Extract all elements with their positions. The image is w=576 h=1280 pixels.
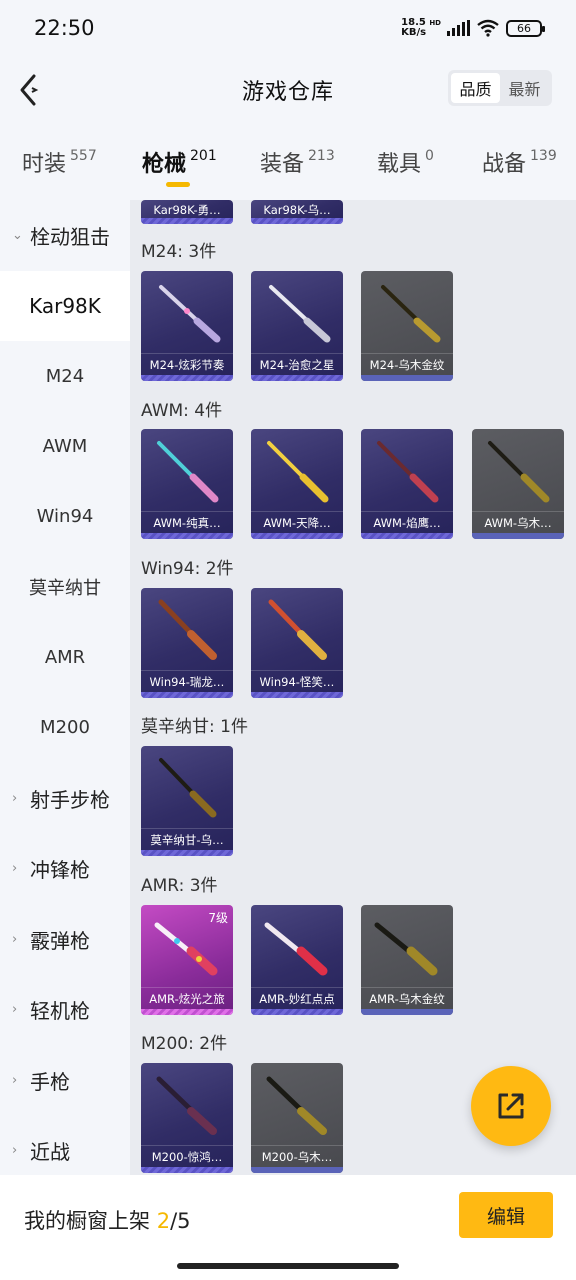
weapon-card[interactable]: M24-乌木金纹 [361,271,453,381]
home-indicator [177,1263,399,1269]
tab-costume[interactable]: 时装 557 [22,146,97,178]
weapon-card[interactable]: AWM-天降… [251,429,343,539]
battery-icon: 66 [506,19,545,37]
sidebar-item-win94[interactable]: Win94 [0,481,130,551]
rifle-image [157,441,219,503]
active-tab-indicator [166,182,190,187]
rifle-image [381,285,441,343]
chevron-right-icon: › [12,931,18,947]
rifle-image [374,922,438,976]
weapon-card[interactable]: M200-乌木… [251,1063,343,1173]
tab-equipment[interactable]: 装备 213 [260,146,335,178]
section-title-m200: M200: 2件 [141,1034,228,1054]
sidebar-category-lmg[interactable]: › 轻机枪 [0,974,130,1044]
rifle-image [267,441,329,503]
weapon-card[interactable]: Kar98K-乌… [251,200,343,224]
sidebar-category-dmr[interactable]: › 射手步枪 [0,763,130,833]
sidebar-item-mosin[interactable]: 莫辛纳甘 [0,552,130,622]
chevron-right-icon: › [12,860,18,876]
network-speed: 18.5 HD KB/s [401,17,441,38]
wifi-icon [477,19,499,37]
weapon-card[interactable]: AMR-妙红点点 [251,905,343,1015]
share-button[interactable] [471,1066,551,1146]
sidebar: ⌄ 栓动狙击 Kar98K M24 AWM Win94 莫辛纳甘 AMR M200… [0,200,130,1175]
share-icon [498,1093,524,1119]
sort-toggle: 品质 最新 [448,70,552,106]
rifle-image [159,285,221,343]
sidebar-category-bolt-action[interactable]: ⌄ 栓动狙击 [0,200,130,270]
rifle-image [377,441,439,503]
rifle-image [266,1076,327,1135]
sidebar-item-awm[interactable]: AWM [0,411,130,481]
status-icons: 18.5 HD KB/s 66 [401,17,545,38]
rifle-image [158,599,217,660]
category-tabs: 时装 557 枪械 201 装备 213 载具 0 战备 139 [0,130,576,194]
sidebar-category-shotgun[interactable]: › 霰弹枪 [0,904,130,974]
sidebar-category-pistol[interactable]: › 手枪 [0,1045,130,1115]
tab-battle-supplies[interactable]: 战备 139 [482,146,557,178]
section-title-amr: AMR: 3件 [141,876,218,896]
section-title-awm: AWM: 4件 [141,401,223,421]
rifle-image [159,758,217,818]
showcase-bar: 我的橱窗上架 2/5 编辑 [0,1175,576,1280]
weapon-card[interactable]: AMR-乌木金纹 [361,905,453,1015]
rifle-image [269,285,331,343]
sort-newest-button[interactable]: 最新 [500,73,549,103]
weapon-card[interactable]: AWM-焰鹰… [361,429,453,539]
sidebar-item-m24[interactable]: M24 [0,341,130,411]
weapon-card[interactable]: Win94-瑞龙… [141,588,233,698]
sort-quality-button[interactable]: 品质 [451,73,500,103]
status-bar: 22:50 18.5 HD KB/s 66 [0,0,576,60]
section-title-win94: Win94: 2件 [141,559,234,579]
tab-vehicles[interactable]: 载具 0 [377,146,434,178]
weapon-card[interactable]: M200-惊鸿… [141,1063,233,1173]
showcase-status: 我的橱窗上架 2/5 [24,1209,191,1233]
header: 游戏仓库 品质 最新 [0,60,576,120]
level-badge: 7级 [208,911,228,925]
weapon-card[interactable]: Kar98K-勇… [141,200,233,224]
chevron-right-icon: › [12,1072,18,1088]
tab-guns[interactable]: 枪械 201 [142,146,217,178]
weapon-card[interactable]: 7级 AMR-炫光之旅 [141,905,233,1015]
signal-icon [447,20,470,36]
weapon-card[interactable]: 莫辛纳甘-乌… [141,746,233,856]
weapon-card[interactable]: AWM-乌木… [472,429,564,539]
sidebar-item-kar98k[interactable]: Kar98K [0,271,130,341]
section-title-mosin: 莫辛纳甘: 1件 [141,717,248,737]
sidebar-item-amr[interactable]: AMR [0,622,130,692]
rifle-image [488,441,550,503]
sidebar-category-smg[interactable]: › 冲锋枪 [0,833,130,903]
chevron-right-icon: › [12,790,18,806]
weapon-card[interactable]: M24-治愈之星 [251,271,343,381]
rifle-image [268,599,327,660]
weapon-card[interactable]: Win94-怪笑… [251,588,343,698]
chevron-down-icon: ⌄ [12,227,23,243]
chevron-right-icon: › [12,1142,18,1158]
status-time: 22:50 [34,16,95,40]
rifle-image [156,1076,217,1135]
chevron-right-icon: › [12,1001,18,1017]
weapon-card[interactable]: AWM-纯真… [141,429,233,539]
sidebar-item-m200[interactable]: M200 [0,692,130,762]
edit-button[interactable]: 编辑 [459,1192,553,1238]
weapon-card[interactable]: M24-炫彩节奏 [141,271,233,381]
rifle-image [264,922,328,976]
weapon-grid: Kar98K-勇… Kar98K-乌… M24: 3件 M24-炫彩节奏 M24… [130,200,576,1175]
section-title-m24: M24: 3件 [141,242,217,262]
